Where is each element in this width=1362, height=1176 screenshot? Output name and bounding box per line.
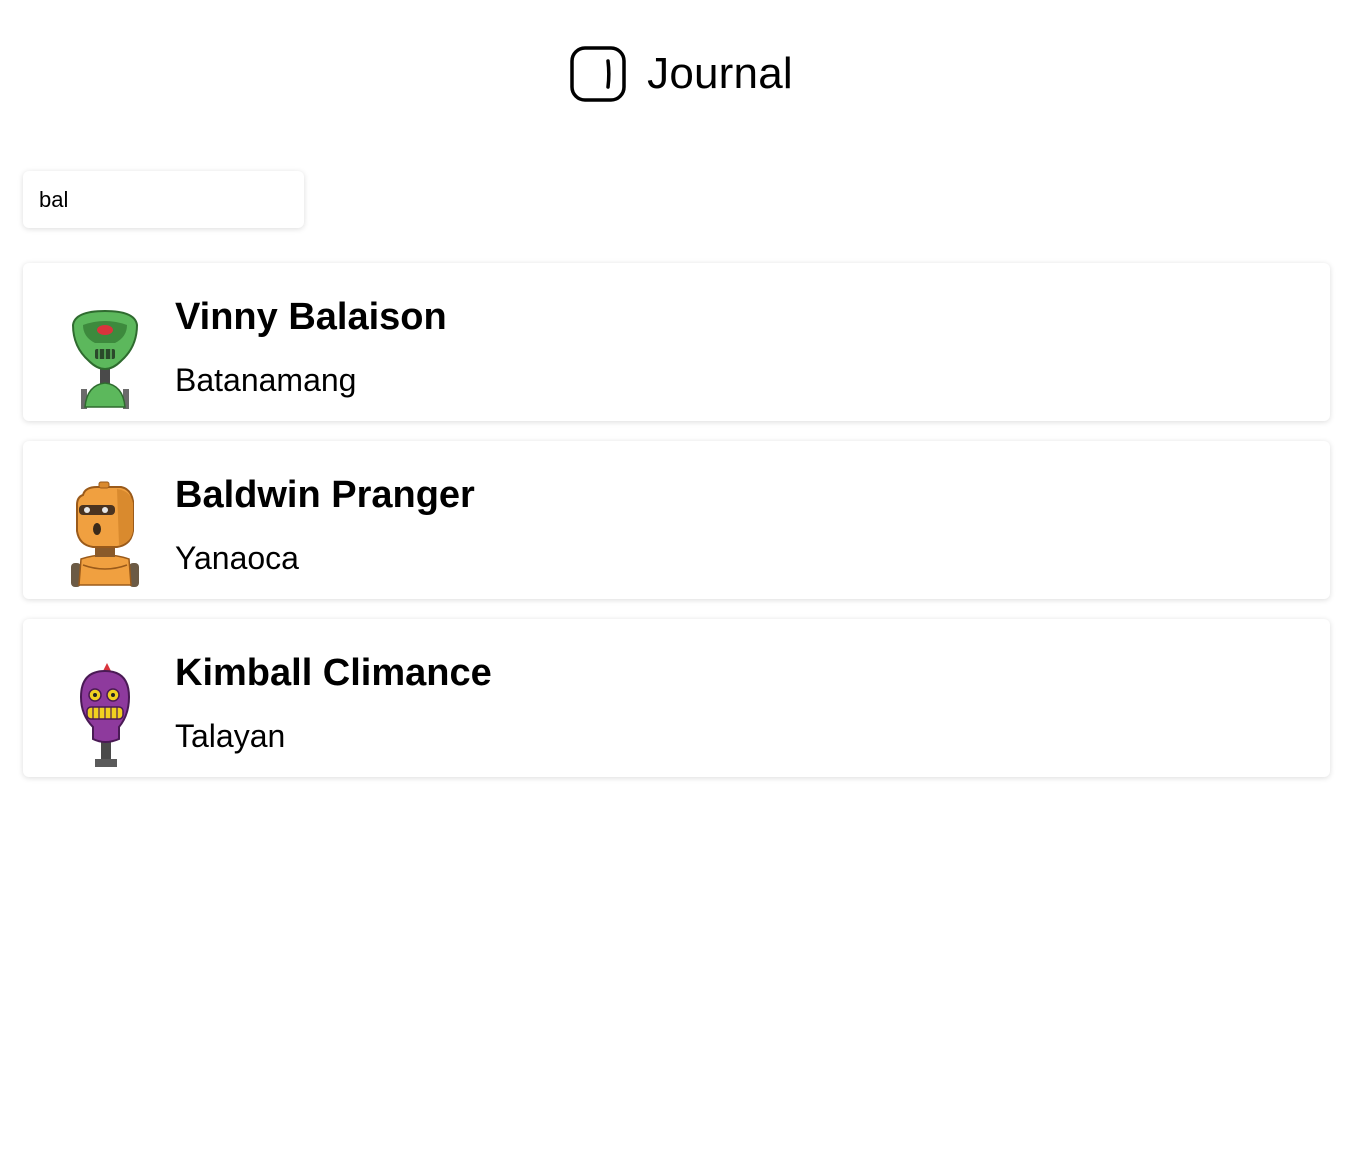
app-header: Journal [0,44,1362,104]
app-title: Journal [647,49,793,98]
person-location: Batanamang [175,362,357,398]
person-card-kimball-climance[interactable]: Kimball Climance Talayan [23,619,1330,777]
people-list: Vinny Balaison Batanamang Baldwin Prange… [23,263,1330,797]
person-card-baldwin-pranger[interactable]: Baldwin Pranger Yanaoca [23,441,1330,599]
person-location: Talayan [175,718,286,754]
person-name: Vinny Balaison [175,296,447,338]
search-box [23,171,304,228]
search-input[interactable] [23,171,304,228]
person-card-vinny-balaison[interactable]: Vinny Balaison Batanamang [23,263,1330,421]
purple-robot-avatar [65,659,145,777]
person-name: Kimball Climance [175,652,492,694]
journal-logo-icon [570,46,626,102]
orange-robot-avatar [65,481,145,599]
person-name: Baldwin Pranger [175,474,475,516]
green-robot-avatar [65,303,145,421]
person-location: Yanaoca [175,540,299,576]
